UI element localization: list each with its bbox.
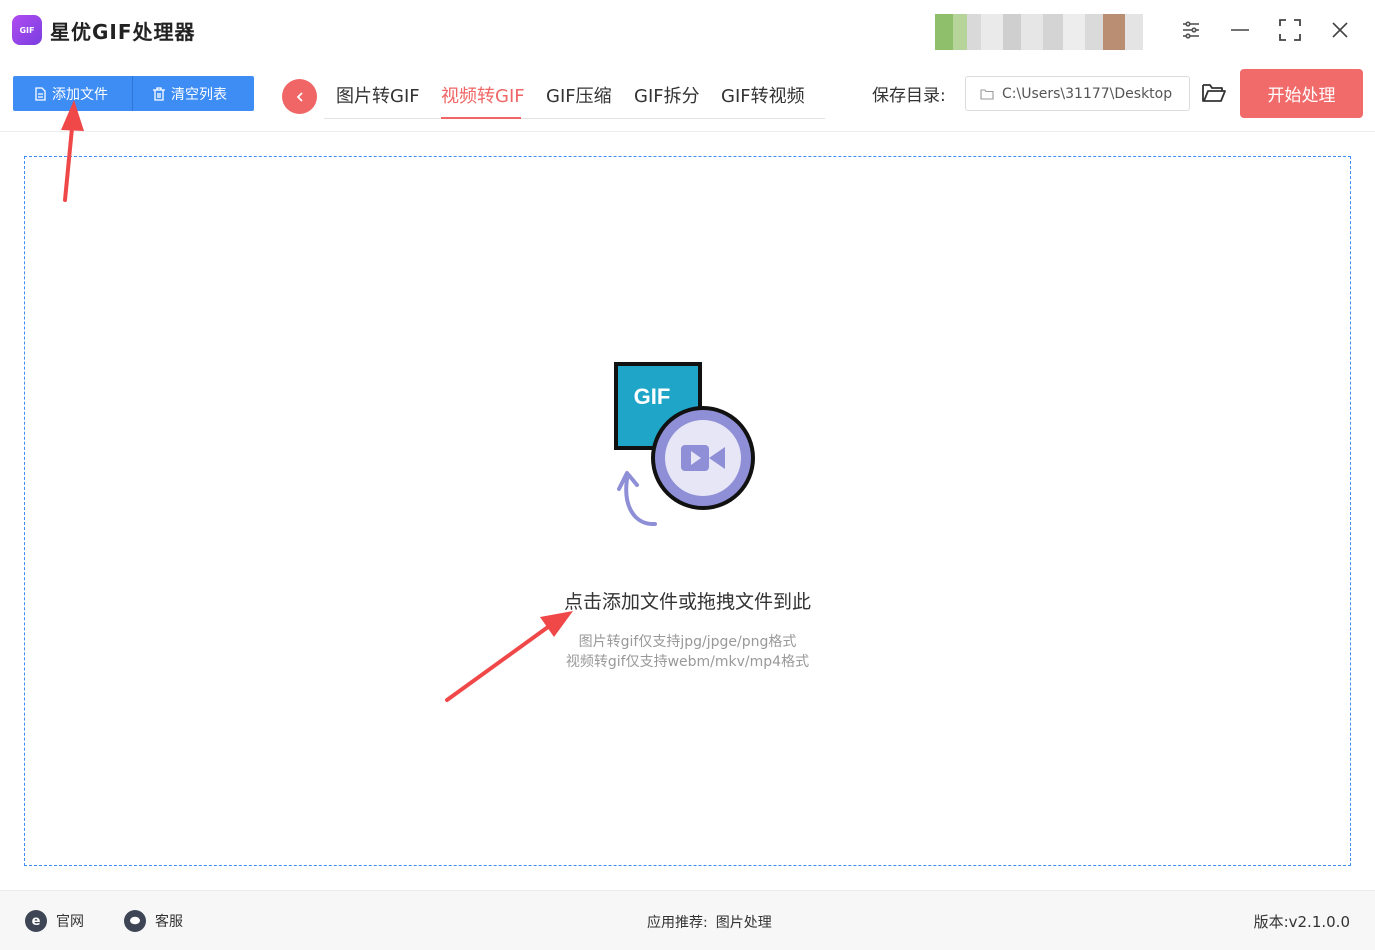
save-path-value: C:\Users\31177\Desktop xyxy=(1002,85,1173,102)
tab-video-to-gif[interactable]: 视频转GIF xyxy=(441,82,525,108)
app-recommend: 应用推荐: 图片处理 xyxy=(647,912,772,932)
function-tabs: 图片转GIF 视频转GIF GIF压缩 GIF拆分 GIF转视频 xyxy=(324,72,825,119)
version-label: 版本: xyxy=(1253,913,1289,931)
file-button-group: 添加文件 清空列表 xyxy=(13,76,254,111)
clear-list-button[interactable]: 清空列表 xyxy=(133,76,254,111)
add-file-button[interactable]: 添加文件 xyxy=(13,76,133,111)
recommend-link[interactable]: 图片处理 xyxy=(716,915,772,931)
clear-list-label: 清空列表 xyxy=(171,86,227,103)
file-icon xyxy=(35,86,46,101)
close-icon[interactable] xyxy=(1326,16,1354,44)
add-file-label: 添加文件 xyxy=(52,86,108,103)
app-logo-icon: GIF xyxy=(12,15,42,45)
gif-video-illustration: GIF xyxy=(595,357,795,537)
video-format-hint: 视频转gif仅支持webm/mkv/mp4格式 xyxy=(565,654,810,670)
version-info: 版本:v2.1.0.0 xyxy=(1254,911,1350,932)
open-folder-icon[interactable] xyxy=(1200,79,1228,107)
toolbar: 添加文件 清空列表 图片转GIF 视频转GIF GIF压缩 GIF拆分 GIF转… xyxy=(0,60,1375,132)
active-tab-indicator xyxy=(441,117,521,119)
save-dir-label: 保存目录: xyxy=(872,86,946,106)
chevron-left-icon xyxy=(296,91,303,102)
tab-gif-to-video[interactable]: GIF转视频 xyxy=(721,82,805,108)
start-processing-button[interactable]: 开始处理 xyxy=(1240,69,1363,118)
user-avatar[interactable] xyxy=(935,14,1155,50)
recommend-label: 应用推荐: xyxy=(647,915,708,931)
website-link[interactable]: e 官网 xyxy=(25,910,84,932)
file-drop-zone[interactable]: GIF 点击添加文件或拖拽文件到此 图片转gif仅支持jpg/jpge/png格… xyxy=(24,156,1351,866)
gif-illustration-text: GIF xyxy=(634,384,671,409)
folder-outline-icon xyxy=(980,88,994,100)
image-format-hint: 图片转gif仅支持jpg/jpge/png格式 xyxy=(578,634,797,650)
chat-icon xyxy=(124,910,146,932)
website-label: 官网 xyxy=(56,914,84,930)
save-path-field[interactable]: C:\Users\31177\Desktop xyxy=(965,76,1190,111)
tab-gif-split[interactable]: GIF拆分 xyxy=(634,82,700,108)
tab-image-to-gif[interactable]: 图片转GIF xyxy=(336,82,420,108)
trash-icon xyxy=(153,86,165,101)
maximize-icon[interactable] xyxy=(1276,16,1304,44)
app-title: 星优GIF处理器 xyxy=(50,20,196,44)
version-value: v2.1.0.0 xyxy=(1288,913,1350,931)
tab-gif-compress[interactable]: GIF压缩 xyxy=(546,82,612,108)
drop-instruction: 点击添加文件或拖拽文件到此 xyxy=(563,591,811,613)
customer-service-link[interactable]: 客服 xyxy=(124,910,183,932)
app-logo-text: GIF xyxy=(19,25,35,35)
app-window: GIF 星优GIF处理器 添加文件 清空列表 图片转GIF 视频转GIF GIF… xyxy=(0,0,1375,950)
ie-icon: e xyxy=(25,910,47,932)
service-label: 客服 xyxy=(155,914,183,930)
minimize-icon[interactable] xyxy=(1226,16,1254,44)
title-bar: GIF 星优GIF处理器 xyxy=(0,0,1375,60)
back-button[interactable] xyxy=(282,79,317,114)
footer: e 官网 客服 应用推荐: 图片处理 版本:v2.1.0.0 xyxy=(0,890,1375,950)
settings-icon[interactable] xyxy=(1177,16,1205,44)
